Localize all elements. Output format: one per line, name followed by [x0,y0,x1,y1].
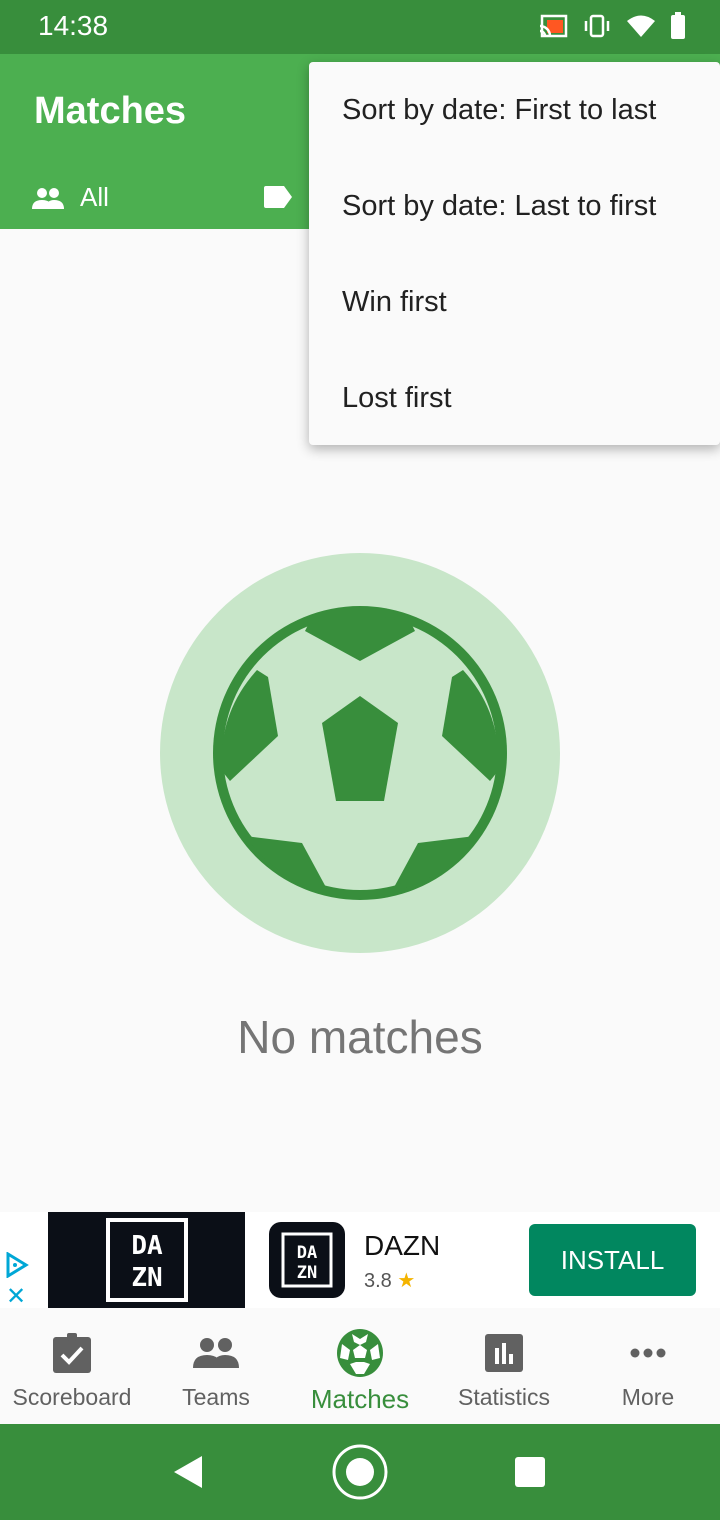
people-icon [193,1338,239,1368]
svg-text:ZN: ZN [131,1263,162,1293]
cast-icon [539,14,568,38]
nav-label: More [621,1384,675,1410]
svg-text:DA: DA [297,1243,317,1263]
bar-chart-icon [485,1334,523,1372]
filter-label: All [80,182,109,212]
system-navigation-bar [0,1424,720,1520]
label-icon[interactable] [264,186,292,208]
empty-state-text: No matches [237,1011,483,1063]
more-horiz-icon [630,1348,666,1358]
page-title: Matches [34,90,187,132]
nav-item-statistics[interactable]: Statistics [432,1310,576,1424]
menu-item-lost-first[interactable]: Lost first [309,350,720,446]
menu-item-first-to-last[interactable]: Sort by date: First to last [309,62,720,158]
ad-banner[interactable]: ✕ DA ZN DA ZN DAZN 3.8 ★ INSTALL [0,1212,720,1311]
ad-app-name: DAZN [364,1230,441,1261]
vibrate-icon [584,14,610,38]
rating-value: 3.8 [364,1270,392,1292]
svg-text:ZN: ZN [297,1263,317,1283]
home-icon[interactable] [330,1442,390,1502]
menu-item-win-first[interactable]: Win first [309,254,720,350]
soccer-ball-icon [337,1329,383,1377]
install-button[interactable]: INSTALL [529,1224,696,1296]
ad-close-icon[interactable]: ✕ [6,1282,26,1311]
app-logo: DA ZN [269,1222,345,1298]
wifi-icon [627,15,655,37]
clipboard-check-icon [53,1333,91,1373]
nav-item-more[interactable]: More [576,1310,720,1424]
status-time: 14:38 [38,10,109,41]
svg-text:DA: DA [131,1231,163,1261]
nav-item-teams[interactable]: Teams [144,1310,288,1424]
nav-label: Scoreboard [12,1384,132,1410]
ad-rating: 3.8 ★ [364,1268,415,1293]
star-icon: ★ [397,1270,416,1292]
nav-label: Teams [182,1384,250,1410]
dazn-logo: DA ZN [106,1218,188,1302]
nav-item-scoreboard[interactable]: Scoreboard [0,1310,144,1424]
empty-state-illustration [160,553,560,953]
soccer-ball-icon [213,606,507,900]
ad-image[interactable]: DA ZN [48,1212,245,1308]
status-bar: 14:38 [0,0,720,54]
battery-icon [671,12,685,39]
menu-item-last-to-first[interactable]: Sort by date: Last to first [309,158,720,254]
sort-menu: Sort by date: First to last Sort by date… [309,62,720,445]
adchoices-icon[interactable] [4,1252,30,1278]
team-filter[interactable]: All [32,182,109,213]
bottom-navigation: Scoreboard Teams Matches Statistics More [0,1310,720,1424]
nav-label: Statistics [457,1384,551,1410]
people-icon [32,187,64,209]
nav-item-matches[interactable]: Matches [288,1310,432,1424]
back-icon[interactable] [172,1454,204,1490]
nav-label: Matches [310,1384,410,1414]
recents-icon[interactable] [514,1456,546,1488]
